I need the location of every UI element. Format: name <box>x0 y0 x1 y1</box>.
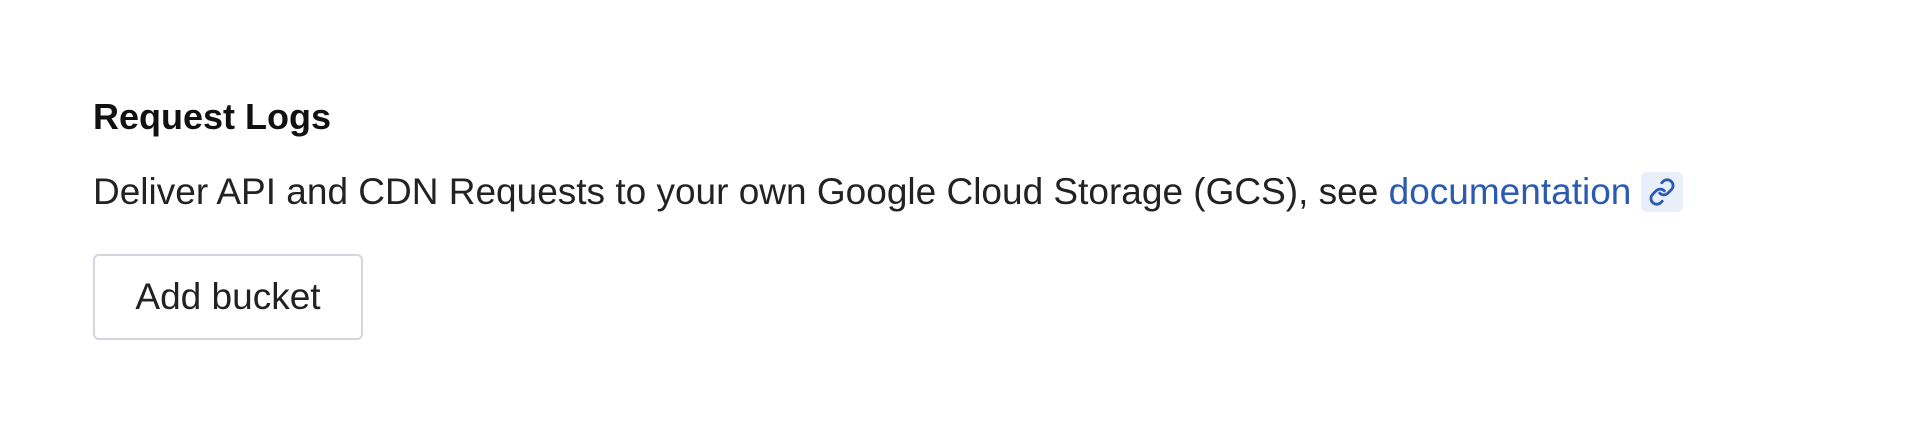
add-bucket-button[interactable]: Add bucket <box>93 254 363 340</box>
request-logs-section: Request Logs Deliver API and CDN Request… <box>93 92 1684 340</box>
section-description: Deliver API and CDN Requests to your own… <box>93 168 1684 216</box>
link-icon[interactable] <box>1641 172 1684 212</box>
description-text: Deliver API and CDN Requests to your own… <box>93 171 1389 212</box>
documentation-link[interactable]: documentation <box>1389 168 1632 216</box>
section-title: Request Logs <box>93 96 332 137</box>
